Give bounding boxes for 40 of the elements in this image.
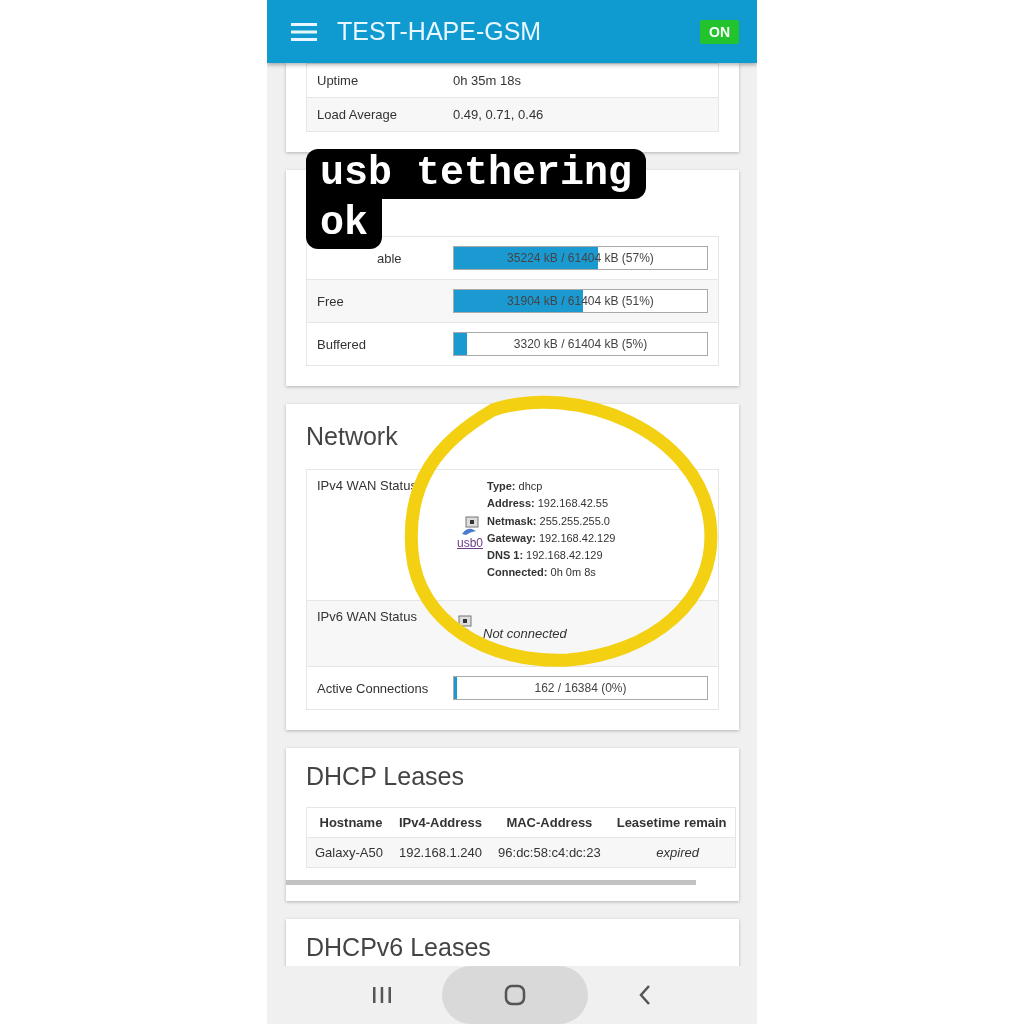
home-icon	[504, 984, 526, 1006]
status-badge: ON	[700, 19, 739, 44]
progress-reading: 3320 kB / 61404 kB (5%)	[513, 337, 648, 351]
row-label: Uptime	[317, 73, 360, 88]
row-label: IPv6 WAN Status	[317, 609, 418, 624]
interface-link[interactable]: usb0	[457, 536, 483, 550]
detail-text: Type: dhcp	[487, 479, 544, 494]
row-label: Free	[317, 293, 345, 309]
detail-text: Netmask: 255.255.255.0	[487, 513, 611, 529]
detail-text: Connected: 0h 0m 8s	[487, 565, 597, 581]
row-label: able	[376, 250, 403, 266]
sticker-text: usb tethering	[306, 149, 647, 199]
column-header: IPv4-Address	[390, 807, 491, 838]
detail-text: Address: 192.168.42.55	[487, 496, 610, 512]
row-label: Buffered	[317, 336, 367, 352]
table-cell: Galaxy-A50	[306, 837, 391, 868]
detail-text: Gateway: 192.168.42.129	[487, 530, 616, 546]
back-icon[interactable]	[638, 984, 652, 1006]
scrollbar[interactable]	[286, 880, 696, 885]
progress-reading: 162 / 16384 (0%)	[534, 681, 627, 695]
table-cell: 192.168.1.240	[390, 837, 491, 868]
sticker-text: ok	[306, 199, 382, 249]
page-title: TEST-HAPE-GSM	[337, 17, 543, 46]
table-cell: 96:dc:58:c4:dc:23	[490, 837, 609, 868]
network-icon	[460, 516, 480, 536]
row-value: 0h 35m 18s	[453, 73, 521, 88]
section-title: Network	[306, 421, 399, 452]
section-title: DHCPv6 Leases	[306, 932, 492, 963]
row-label: Active Connections	[317, 680, 430, 696]
column-header: MAC-Address	[490, 807, 609, 838]
status-text: Not connected	[483, 626, 567, 641]
section-title: DHCP Leases	[306, 761, 465, 792]
recent-apps-icon[interactable]	[372, 986, 392, 1004]
table-cell: expired	[608, 837, 736, 868]
column-header: Leasetime remain	[608, 807, 736, 838]
column-header: Hostname	[306, 807, 391, 838]
row-value: 0.49, 0.71, 0.46	[453, 107, 544, 122]
detail-text: DNS 1: 192.168.42.129	[487, 548, 604, 564]
row-label: Load Average	[317, 107, 398, 122]
menu-icon[interactable]	[291, 22, 317, 41]
